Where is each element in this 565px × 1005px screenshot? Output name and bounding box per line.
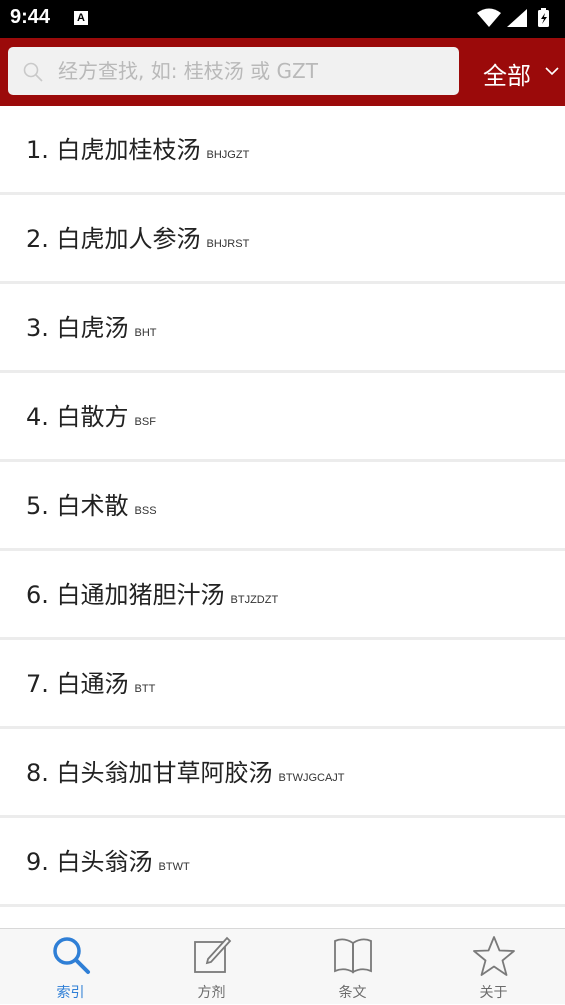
- list-item[interactable]: 3. 白虎汤 BHT: [0, 284, 565, 373]
- item-title: 9. 白头翁汤 BTWT: [26, 848, 190, 876]
- book-icon: [333, 938, 372, 974]
- item-title: 7. 白通汤 BTT: [26, 670, 156, 698]
- status-bar: 9:44 A: [0, 0, 565, 38]
- item-title: 5. 白术散 BSS: [26, 492, 157, 520]
- status-time: 9:44: [10, 6, 51, 28]
- list-item[interactable]: 8. 白头翁加甘草阿胶汤 BTWJGCAJT: [0, 729, 565, 818]
- search-box[interactable]: [8, 47, 459, 95]
- item-title: 4. 白散方 BSF: [26, 403, 156, 431]
- item-abbr: BHT: [134, 327, 157, 339]
- app-header: 全部: [0, 38, 565, 106]
- tab-label: 方剂: [197, 985, 226, 1001]
- list-item[interactable]: 6. 白通加猪胆汁汤 BTJZDZT: [0, 551, 565, 640]
- star-icon: [472, 936, 515, 976]
- item-abbr: BSF: [134, 416, 156, 428]
- item-abbr: BTWT: [158, 861, 190, 873]
- list-item[interactable]: 7. 白通汤 BTT: [0, 640, 565, 729]
- item-abbr: BSS: [134, 505, 157, 517]
- search-input[interactable]: [58, 47, 448, 95]
- tab-formulas[interactable]: 方剂: [141, 929, 282, 1005]
- item-title: 2. 白虎加人参汤 BHJRST: [26, 225, 250, 253]
- chevron-down-icon: [545, 67, 559, 76]
- item-title: 3. 白虎汤 BHT: [26, 314, 157, 342]
- notification-icon: A: [74, 11, 88, 25]
- tab-label: 索引: [56, 985, 85, 1001]
- tab-about[interactable]: 关于: [423, 929, 564, 1005]
- list-item[interactable]: 2. 白虎加人参汤 BHJRST: [0, 195, 565, 284]
- item-abbr: BHJRST: [206, 238, 250, 250]
- search-icon: [52, 937, 90, 974]
- list-item[interactable]: 9. 白头翁汤 BTWT: [0, 818, 565, 907]
- list-item[interactable]: 5. 白术散 BSS: [0, 462, 565, 551]
- tab-label: 条文: [338, 985, 367, 1001]
- item-abbr: BTWJGCAJT: [278, 772, 345, 784]
- filter-dropdown[interactable]: 全部: [465, 38, 565, 106]
- signal-icon: [507, 9, 527, 27]
- item-abbr: BTT: [134, 683, 156, 695]
- wifi-icon: [477, 8, 501, 27]
- search-icon: [23, 62, 43, 82]
- item-abbr: BTJZDZT: [230, 594, 279, 606]
- item-title: 6. 白通加猪胆汁汤 BTJZDZT: [26, 581, 279, 609]
- tab-index[interactable]: 索引: [0, 929, 141, 1005]
- item-title: 1. 白虎加桂枝汤 BHJGZT: [26, 136, 250, 164]
- item-title: 8. 白头翁加甘草阿胶汤 BTWJGCAJT: [26, 759, 345, 787]
- item-abbr: BHJGZT: [206, 149, 250, 161]
- tab-articles[interactable]: 条文: [282, 929, 423, 1005]
- formula-list: 1. 白虎加桂枝汤 BHJGZT 2. 白虎加人参汤 BHJRST 3. 白虎汤 BH…: [0, 106, 565, 996]
- tab-label: 关于: [479, 985, 508, 1001]
- bottom-nav: 索引 方剂 条文 关于: [0, 928, 565, 1004]
- list-item[interactable]: 4. 白散方 BSF: [0, 373, 565, 462]
- filter-label: 全部: [483, 62, 531, 90]
- battery-icon: [538, 8, 549, 27]
- list-item[interactable]: 1. 白虎加桂枝汤 BHJGZT: [0, 106, 565, 195]
- edit-icon: [193, 936, 231, 973]
- system-icons: [477, 8, 549, 27]
